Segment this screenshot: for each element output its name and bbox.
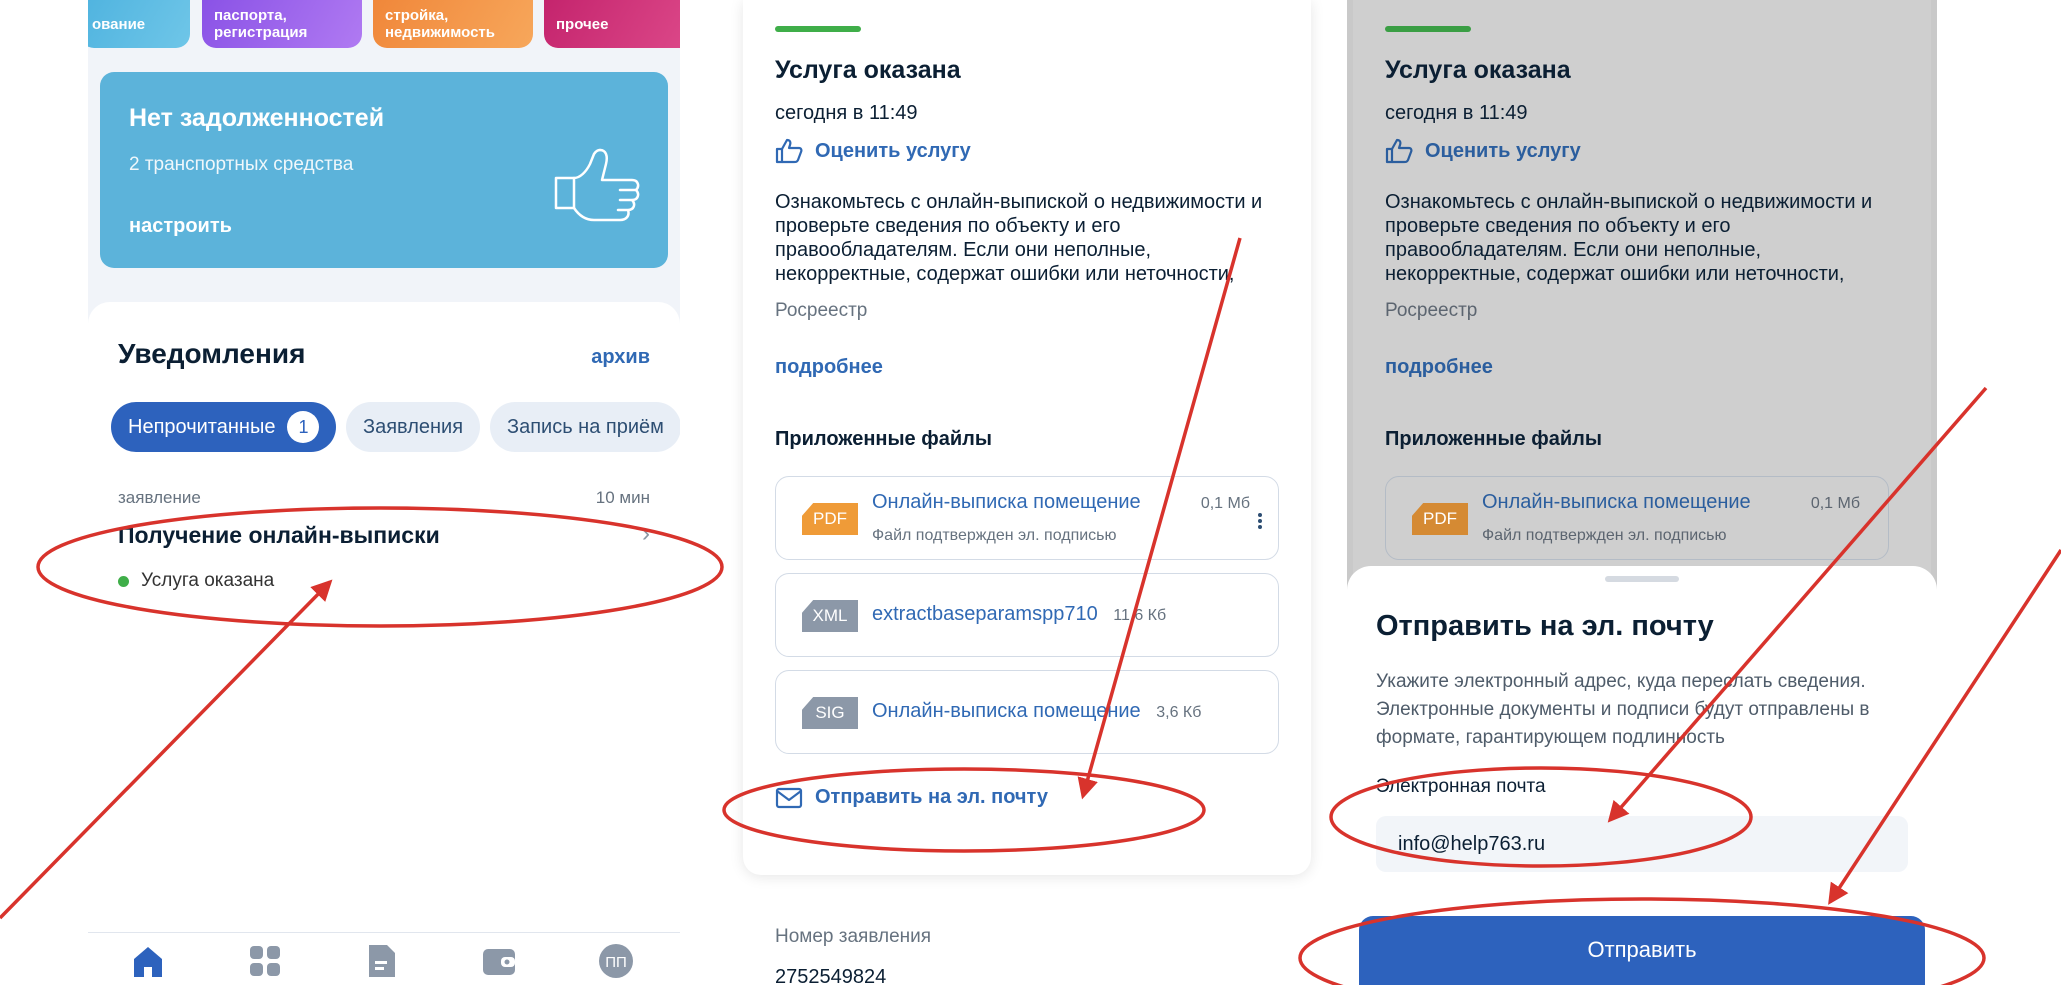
file-name: Онлайн-выписка помещение 3,6 Кб xyxy=(872,700,1201,723)
file-item-pdf[interactable]: PDF Онлайн-выписка помещение 0,1 Мб Файл… xyxy=(1385,476,1889,560)
more-link[interactable]: подробнее xyxy=(1385,356,1493,379)
status-dot xyxy=(118,575,129,587)
file-size: 3,6 Кб xyxy=(1156,704,1202,721)
file-item-pdf[interactable]: PDF Онлайн-выписка помещение 0,1 Мб Файл… xyxy=(775,476,1279,560)
debt-card-subtitle: 2 транспортных средства xyxy=(129,154,354,175)
home-icon[interactable] xyxy=(128,941,168,981)
file-item-xml[interactable]: XML extractbaseparamspp710 11,6 Кб xyxy=(775,573,1279,657)
chevron-right-icon: › xyxy=(642,520,650,547)
thumbs-up-icon xyxy=(775,138,803,164)
rate-service-link[interactable]: Оценить услугу xyxy=(775,138,971,164)
service-source: Росреестр xyxy=(775,300,868,321)
status-text: Услуга оказана xyxy=(141,570,275,591)
archive-link[interactable]: архив xyxy=(591,346,650,369)
rate-service-label: Оценить услугу xyxy=(815,139,971,162)
chip-unread[interactable]: Непрочитанные 1 xyxy=(111,402,337,452)
sheet-title: Отправить на эл. почту xyxy=(1376,610,1714,642)
email-bottom-sheet: Отправить на эл. почту Укажите электронн… xyxy=(1347,566,1937,985)
application-number-label: Номер заявления xyxy=(775,926,932,947)
notifications-screen: ование паспорта, регистрация стройка, не… xyxy=(88,0,680,985)
rate-service-link[interactable]: Оценить услугу xyxy=(1385,138,1581,164)
debt-card-title: Нет задолженностей xyxy=(129,104,385,132)
category-tile-passport[interactable]: паспорта, регистрация xyxy=(202,0,362,48)
more-vertical-icon[interactable] xyxy=(1258,513,1262,529)
chip-label: Непрочитанные xyxy=(128,415,276,438)
file-signature-note: Файл подтвержден эл. подписью xyxy=(872,527,1117,544)
send-email-label: Отправить на эл. почту xyxy=(815,786,1048,808)
chip-appointments[interactable]: Запись на приём xyxy=(490,402,680,452)
file-signature-note: Файл подтвержден эл. подписью xyxy=(1482,527,1727,544)
rate-service-label: Оценить услугу xyxy=(1425,139,1581,162)
file-name: Онлайн-выписка помещение xyxy=(1482,491,1751,513)
send-email-link[interactable]: Отправить на эл. почту xyxy=(775,786,1048,809)
category-tile-other[interactable]: прочее xyxy=(544,0,680,48)
category-label: прочее xyxy=(556,15,609,33)
wallet-icon[interactable] xyxy=(479,941,519,981)
thumbs-up-icon xyxy=(554,148,640,222)
notification-title: Получение онлайн-выписки xyxy=(118,522,440,548)
thumbs-up-icon xyxy=(1385,138,1413,164)
status-bar xyxy=(1385,26,1471,32)
chip-label: Заявления xyxy=(363,415,464,438)
status-time: сегодня в 11:49 xyxy=(1385,102,1528,124)
notification-status: Услуга оказана xyxy=(118,570,274,592)
category-tile-realty[interactable]: стройка, недвижимость xyxy=(373,0,533,48)
xml-file-icon: XML xyxy=(802,600,858,632)
email-send-screen: Услуга оказана сегодня в 11:49 Оценить у… xyxy=(1347,0,1937,985)
more-link[interactable]: подробнее xyxy=(775,356,883,379)
notification-category: заявление xyxy=(118,488,201,507)
profile-initials: ПП xyxy=(605,954,627,971)
file-size: 0,1 Мб xyxy=(1200,495,1250,512)
file-size: 0,1 Мб xyxy=(1810,495,1860,512)
section-title: Уведомления xyxy=(118,338,306,369)
file-name-text: extractbaseparamspp710 xyxy=(872,603,1098,625)
sheet-description: Укажите электронный адрес, куда переслат… xyxy=(1376,671,1870,748)
debt-card[interactable]: Нет задолженностей 2 транспортных средст… xyxy=(100,72,668,268)
category-label: стройка, недвижимость xyxy=(385,7,495,41)
status-bar xyxy=(775,26,861,32)
notifications-section: Уведомления архив Непрочитанные 1 Заявле… xyxy=(88,302,680,985)
send-button[interactable]: Отправить xyxy=(1359,916,1925,985)
profile-icon[interactable]: ПП xyxy=(596,941,636,981)
mail-icon xyxy=(775,787,803,808)
service-source: Росреестр xyxy=(1385,300,1478,321)
status-title: Услуга оказана xyxy=(775,56,961,84)
email-field-label: Электронная почта xyxy=(1376,776,1546,797)
document-icon[interactable] xyxy=(362,941,402,981)
attached-files-heading: Приложенные файлы xyxy=(775,428,992,450)
status-title: Услуга оказана xyxy=(1385,56,1571,84)
sig-file-icon: SIG xyxy=(802,697,858,729)
file-name: Онлайн-выписка помещение xyxy=(872,491,1141,513)
application-number: 2752549824 xyxy=(775,966,887,985)
status-time: сегодня в 11:49 xyxy=(775,102,918,124)
category-label: ование xyxy=(92,15,146,33)
grid-icon[interactable] xyxy=(245,941,285,981)
unread-count-badge: 1 xyxy=(287,411,320,443)
sheet-drag-handle[interactable] xyxy=(1605,576,1679,582)
chip-applications[interactable]: Заявления xyxy=(346,402,481,452)
chip-label: Запись на приём xyxy=(507,415,664,438)
notification-time: 10 мин xyxy=(595,488,650,507)
file-name-text: Онлайн-выписка помещение xyxy=(872,700,1141,722)
category-tile-1[interactable]: ование xyxy=(88,0,190,48)
category-label: паспорта, регистрация xyxy=(214,7,308,41)
service-description: Ознакомьтесь с онлайн-выпиской о недвижи… xyxy=(775,191,1263,285)
email-field[interactable]: info@help763.ru xyxy=(1376,816,1908,872)
file-item-sig[interactable]: SIG Онлайн-выписка помещение 3,6 Кб xyxy=(775,670,1279,754)
attached-files-heading: Приложенные файлы xyxy=(1385,428,1602,450)
debt-card-configure-link[interactable]: настроить xyxy=(129,215,232,238)
pdf-file-icon: PDF xyxy=(1412,503,1468,535)
bottom-tab-bar: ПП xyxy=(88,932,680,985)
pdf-file-icon: PDF xyxy=(802,503,858,535)
service-result-card: Услуга оказана сегодня в 11:49 Оценить у… xyxy=(743,0,1311,875)
file-name: extractbaseparamspp710 11,6 Кб xyxy=(872,603,1166,626)
service-description: Ознакомьтесь с онлайн-выпиской о недвижи… xyxy=(1385,191,1873,285)
file-size: 11,6 Кб xyxy=(1113,607,1167,624)
